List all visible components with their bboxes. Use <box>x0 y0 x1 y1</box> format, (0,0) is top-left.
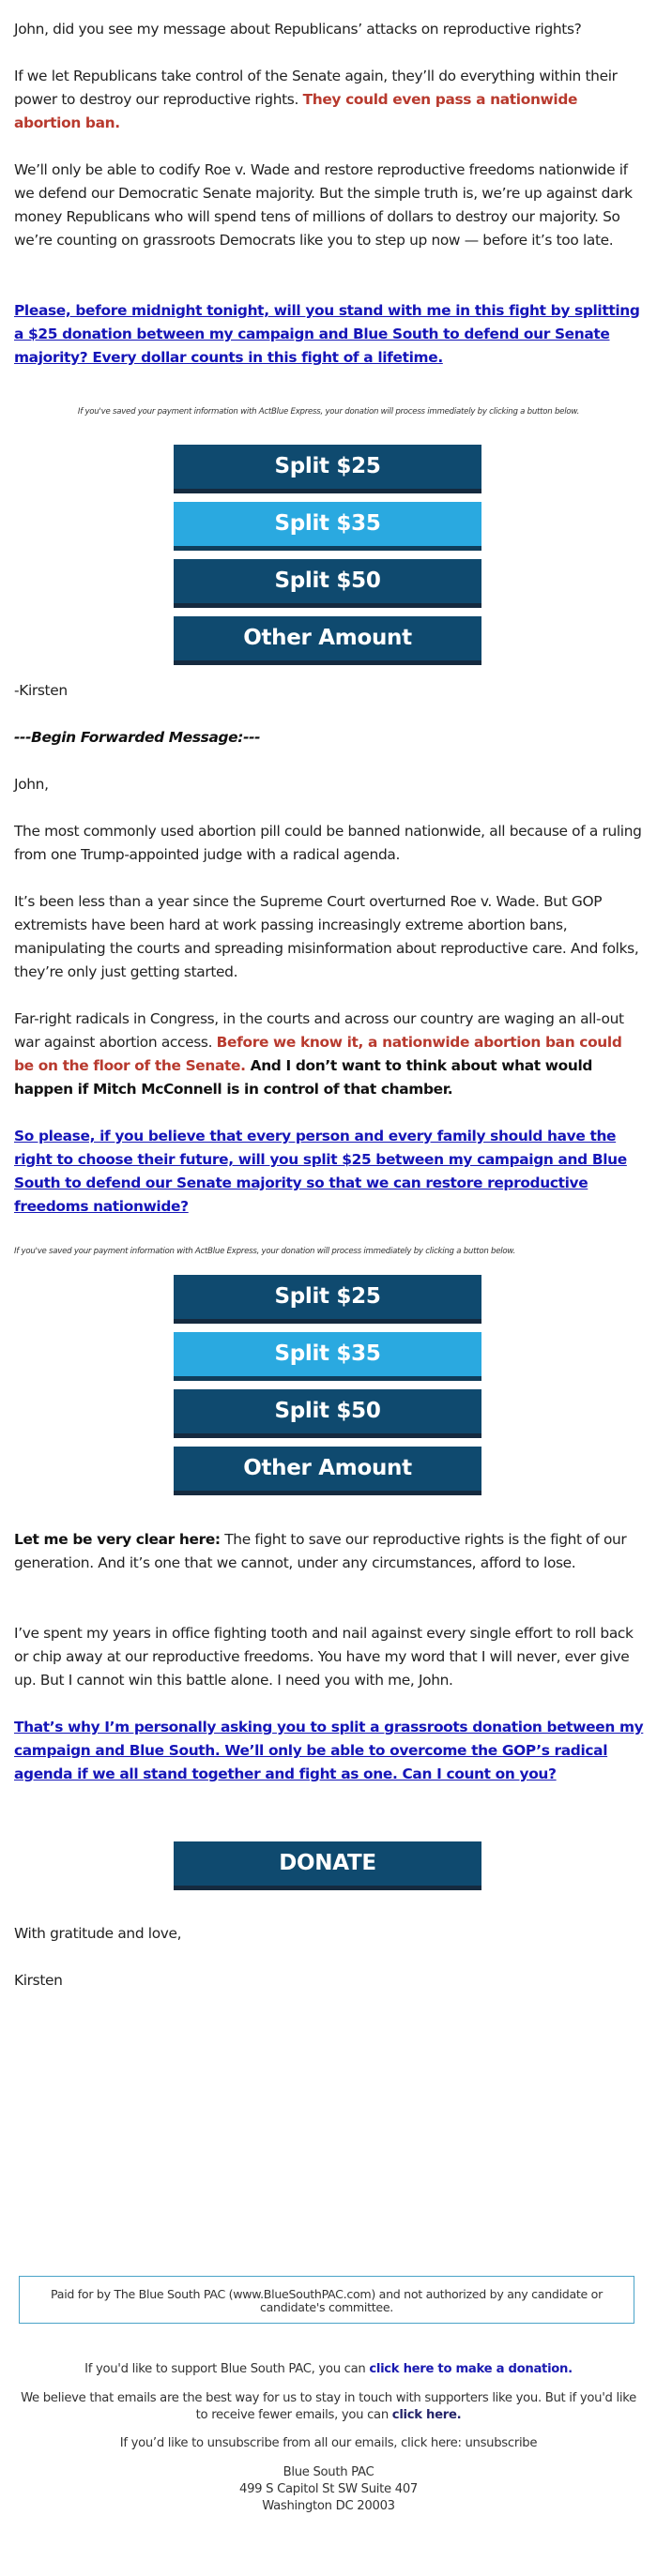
fewer-emails-text: We believe that emails are the best way … <box>21 2391 636 2422</box>
split-25-button[interactable]: Split $25 <box>174 445 481 493</box>
donate-button[interactable]: DONATE <box>174 1841 481 1890</box>
forwarded-cta2-paragraph: That’s why I’m personally asking you to … <box>14 1716 645 1786</box>
paid-for-disclaimer: Paid for by The Blue South PAC (www.Blue… <box>19 2276 634 2324</box>
intro-paragraph-3: We’ll only be able to codify Roe v. Wade… <box>14 161 633 249</box>
split-50-button-2[interactable]: Split $50 <box>174 1389 481 1438</box>
support-line: If you'd like to support Blue South PAC,… <box>19 2361 638 2378</box>
actblue-express-note: If you've saved your payment information… <box>77 407 580 417</box>
forwarded-cta-paragraph: So please, if you believe that every per… <box>14 1125 645 1219</box>
support-text: If you'd like to support Blue South PAC,… <box>84 2362 370 2376</box>
forwarded-paragraph-3: Far-right radicals in Congress, in the c… <box>14 1008 645 1101</box>
address-line-1: 499 S Capitol St SW Suite 407 <box>238 2482 419 2496</box>
intro-paragraph-1: John, did you see my message about Repub… <box>14 21 582 38</box>
forwarded-paragraph-4: Let me be very clear here: The fight to … <box>14 1528 645 1575</box>
forwarded-cta2-link[interactable]: That’s why I’m personally asking you to … <box>14 1719 644 1782</box>
intro-paragraph-2: If we let Republicans take control of th… <box>14 65 645 135</box>
closing-line: With gratitude and love, <box>14 1925 182 1942</box>
other-amount-button-2[interactable]: Other Amount <box>174 1447 481 1495</box>
forwarded-paragraph-1: The most commonly used abortion pill cou… <box>14 823 642 863</box>
split-35-button-2[interactable]: Split $35 <box>174 1332 481 1381</box>
short-signoff: -Kirsten <box>14 682 68 699</box>
forwarded-paragraph-2: It’s been less than a year since the Sup… <box>14 893 639 980</box>
forwarded-paragraph-5: I’ve spent my years in office fighting t… <box>14 1625 634 1689</box>
unsubscribe-line: If you’d like to unsubscribe from all ou… <box>19 2435 638 2452</box>
address-line-2: Washington DC 20003 <box>262 2499 395 2513</box>
unsubscribe-link[interactable]: unsubscribe <box>465 2436 537 2450</box>
intro-cta-paragraph: Please, before midnight tonight, will yo… <box>14 299 645 370</box>
split-50-button[interactable]: Split $50 <box>174 559 481 608</box>
forwarded-cta-link[interactable]: So please, if you believe that every per… <box>14 1128 627 1215</box>
fewer-emails-link[interactable]: click here. <box>392 2408 462 2422</box>
unsubscribe-text: If you’d like to unsubscribe from all ou… <box>119 2436 466 2450</box>
clear-here-lead: Let me be very clear here: <box>14 1531 221 1548</box>
other-amount-button[interactable]: Other Amount <box>174 616 481 665</box>
fewer-emails-line: We believe that emails are the best way … <box>19 2390 638 2424</box>
intro-cta-link[interactable]: Please, before midnight tonight, will yo… <box>14 302 640 366</box>
make-donation-link[interactable]: click here to make a donation. <box>369 2362 573 2376</box>
org-name: Blue South PAC <box>283 2465 374 2479</box>
actblue-express-note-2: If you've saved your payment information… <box>14 1247 516 1256</box>
split-25-button-2[interactable]: Split $25 <box>174 1275 481 1324</box>
forwarded-greeting: John, <box>14 776 49 793</box>
forwarded-message-heading: ---Begin Forwarded Message:--- <box>14 729 261 746</box>
signature: Kirsten <box>14 1972 63 1989</box>
split-35-button[interactable]: Split $35 <box>174 502 481 551</box>
